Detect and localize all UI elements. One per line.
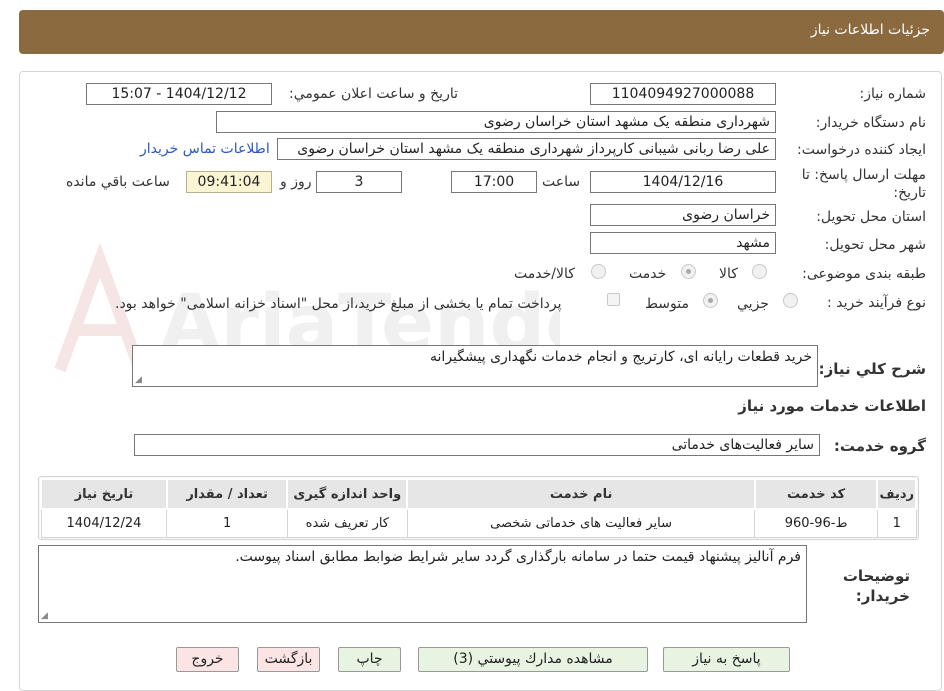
services-table-container: رديف كد خدمت نام خدمت واحد اندازه گيری ت… [38, 476, 919, 540]
buyer-notes-text: فرم آنالیز پیشنهاد قیمت حتما در سامانه ب… [235, 549, 801, 565]
delivery-city-label: شهر محل تحويل: [824, 237, 926, 253]
deadline-days-label: روز و [280, 174, 312, 190]
resize-grip-icon[interactable]: ◢ [135, 375, 142, 385]
deadline-date-field: 1404/12/16 [590, 171, 776, 193]
buyer-notes-field: فرم آنالیز پیشنهاد قیمت حتما در سامانه ب… [38, 545, 807, 623]
deadline-time-field: 17:00 [451, 171, 537, 193]
category-radio-goods-service[interactable] [591, 264, 606, 279]
service-group-label: گروه خدمت: [833, 437, 926, 455]
services-table: رديف كد خدمت نام خدمت واحد اندازه گيری ت… [40, 478, 917, 538]
page-title: جزئيات اطلاعات نياز [810, 22, 930, 38]
buyer-contact-link[interactable]: اطلاعات تماس خريدار [140, 141, 270, 157]
buyer-notes-label: توضيحات خريدار: [842, 567, 910, 605]
cell-service-code: ط-96-960 [754, 508, 878, 538]
remaining-time-field: 09:41:04 [186, 171, 272, 193]
process-radio-minor[interactable] [783, 293, 798, 308]
need-number-field: 1104094927000088 [590, 83, 776, 105]
services-section-title: اطلاعات خدمات مورد نياز [738, 397, 926, 415]
resize-grip-icon[interactable]: ◢ [41, 611, 48, 621]
col-header-quantity: تعداد / مقدار [165, 478, 289, 510]
treasury-checkbox[interactable] [607, 293, 620, 306]
delivery-province-label: استان محل تحويل: [816, 209, 926, 225]
requester-label: ايجاد كننده درخواست: [797, 142, 926, 158]
process-option-minor: جزيي [737, 296, 769, 312]
cell-unit: کار تعریف شده [286, 508, 408, 538]
need-number-label: شماره نياز: [859, 86, 927, 102]
col-header-service-name: نام خدمت [406, 478, 756, 510]
description-field: خرید قطعات رایانه ای، کارتریج و انجام خد… [132, 345, 818, 387]
delivery-province-field: خراسان رضوی [590, 204, 776, 226]
table-header-row: رديف كد خدمت نام خدمت واحد اندازه گيری ت… [40, 478, 917, 510]
buyer-org-field: شهرداری منطقه یک مشهد استان خراسان رضوی [216, 111, 776, 133]
announce-datetime-field: 1404/12/12 - 15:07 [86, 83, 272, 105]
col-header-unit: واحد اندازه گيری [286, 478, 409, 510]
back-button[interactable]: بازگشت [257, 647, 320, 672]
service-group-field: سایر فعالیت‌های خدماتی [134, 434, 820, 456]
cell-quantity: 1 [166, 508, 288, 538]
category-option-goods-service: كالا/خدمت [514, 266, 575, 282]
description-label: شرح كلي نياز: [818, 360, 926, 378]
exit-button[interactable]: خروج [176, 647, 239, 672]
treasury-note: پرداخت تمام یا بخشی از مبلغ خرید،از محل … [115, 296, 562, 312]
description-text: خرید قطعات رایانه ای، کارتریج و انجام خد… [430, 349, 812, 365]
requester-field: علی رضا ربانی شیبانی کارپرداز شهرداری من… [277, 138, 776, 160]
table-row: 1 ط-96-960 سایر فعالیت های خدماتی شخصی ک… [40, 508, 917, 538]
deadline-label: مهلت ارسال پاسخ: تا تاريخ: [801, 167, 926, 201]
remaining-time-label: ساعت باقي مانده [66, 174, 170, 190]
category-option-goods: كالا [719, 266, 738, 282]
reply-button[interactable]: پاسخ به نياز [663, 647, 790, 672]
page-header: جزئيات اطلاعات نياز [19, 10, 944, 54]
cell-row-number: 1 [876, 508, 917, 538]
category-label: طبقه بندی موضوعی: [802, 266, 926, 282]
purchase-process-label: نوع فرآيند خريد : [827, 295, 926, 311]
category-radio-service[interactable] [681, 264, 696, 279]
attachments-button[interactable]: مشاهده مدارك پيوستي (3) [418, 647, 648, 672]
col-header-service-code: كد خدمت [753, 478, 879, 510]
cell-need-date: 1404/12/24 [40, 508, 168, 538]
category-radio-goods[interactable] [752, 264, 767, 279]
process-radio-medium[interactable] [703, 293, 718, 308]
category-option-service: خدمت [629, 266, 667, 282]
deadline-time-label: ساعت [542, 174, 581, 190]
col-header-need-date: تاريخ نياز [40, 478, 168, 510]
cell-service-name: سایر فعالیت های خدماتی شخصی [406, 508, 756, 538]
process-option-medium: متوسط [645, 296, 689, 312]
col-header-row-number: رديف [876, 478, 917, 510]
announce-datetime-label: تاريخ و ساعت اعلان عمومي: [289, 86, 458, 102]
delivery-city-field: مشهد [590, 232, 776, 254]
deadline-days-field: 3 [316, 171, 402, 193]
buyer-org-label: نام دستگاه خريدار: [815, 115, 926, 131]
print-button[interactable]: چاپ [338, 647, 401, 672]
